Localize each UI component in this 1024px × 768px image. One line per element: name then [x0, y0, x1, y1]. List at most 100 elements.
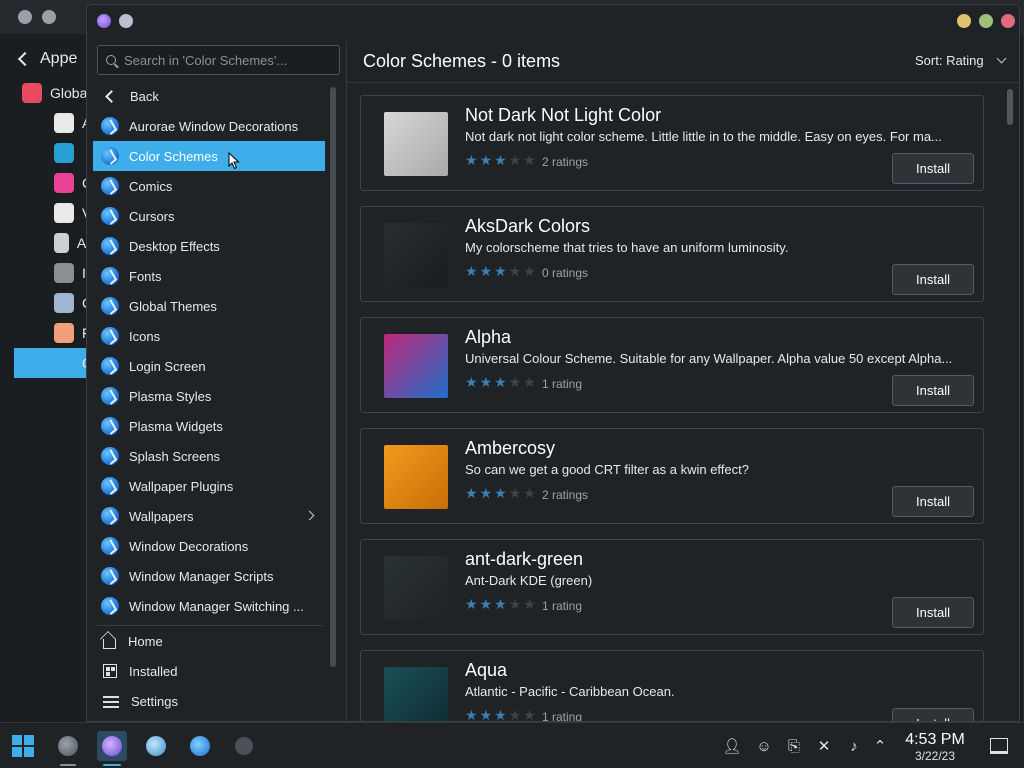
scheme-name[interactable]: ant-dark-green: [465, 549, 583, 570]
settings-category-row[interactable]: Globa: [14, 78, 94, 108]
color-scheme-card[interactable]: Ambercosy So can we get a good CRT filter…: [360, 428, 984, 524]
rating-stars: ★ ★ ★ ★ ★: [465, 153, 536, 167]
scheme-name[interactable]: Ambercosy: [465, 438, 555, 459]
settings-category-row[interactable]: I: [14, 258, 94, 288]
category-item[interactable]: Cursors: [93, 201, 325, 231]
category-item[interactable]: Fonts: [93, 261, 325, 291]
install-button[interactable]: Install: [892, 708, 974, 721]
category-item[interactable]: Wallpapers: [93, 501, 325, 531]
mouse-cursor-icon: [228, 152, 240, 170]
user-icon[interactable]: 👤︎: [720, 731, 744, 761]
content-scrollbar[interactable]: [1007, 89, 1013, 125]
category-item[interactable]: Window Decorations: [93, 531, 325, 561]
category-item[interactable]: Icons: [93, 321, 325, 351]
taskbar-settings-button[interactable]: [53, 731, 83, 766]
settings-category-row[interactable]: A: [14, 108, 94, 138]
settings-category-row[interactable]: C: [14, 288, 94, 318]
chevron-down-icon: [996, 53, 1007, 64]
install-button[interactable]: Install: [892, 264, 974, 295]
star-icon: ★: [479, 152, 493, 168]
color-scheme-card[interactable]: Alpha Universal Colour Scheme. Suitable f…: [360, 317, 984, 413]
scheme-name[interactable]: Not Dark Not Light Color: [465, 105, 661, 126]
keep-above-icon[interactable]: [119, 14, 133, 28]
installed-icon: [103, 664, 117, 678]
category-item[interactable]: Aurorae Window Decorations: [93, 111, 325, 141]
install-button[interactable]: Install: [892, 486, 974, 517]
category-item[interactable]: Wallpaper Plugins: [93, 471, 325, 501]
taskbar: 👤︎ ☺︎ ⎘ ✕ ♪ ⌃ 4:53 PM 3/22/23: [0, 722, 1024, 768]
category-label: Aurorae Window Decorations: [129, 118, 299, 134]
maximize-button[interactable]: [979, 14, 993, 28]
clock[interactable]: 4:53 PM 3/22/23: [900, 731, 970, 763]
taskbar-discover-store-button[interactable]: [185, 731, 215, 761]
clipboard-icon[interactable]: ⎘: [782, 731, 806, 761]
settings-category-row[interactable]: [14, 138, 94, 168]
star-icon: ★: [465, 485, 478, 501]
rating-stars: ★ ★ ★ ★ ★: [465, 486, 536, 500]
muted-microphone-icon[interactable]: ✕: [812, 731, 836, 761]
settings-category-row[interactable]: F: [14, 318, 94, 348]
color-scheme-card[interactable]: AksDark Colors My colorscheme that tries …: [360, 206, 984, 302]
category-label: Wallpaper Plugins: [129, 478, 234, 494]
category-icon: [101, 207, 119, 225]
rating-stars: ★ ★ ★ ★ ★: [465, 375, 536, 389]
nav-settings[interactable]: Settings: [93, 686, 325, 716]
nav-installed[interactable]: Installed: [93, 656, 325, 686]
install-button[interactable]: Install: [892, 153, 974, 184]
close-button[interactable]: [1001, 14, 1015, 28]
show-desktop-button[interactable]: [990, 738, 1008, 754]
star-icon: ★: [494, 596, 507, 612]
category-item[interactable]: Window Manager Scripts: [93, 561, 325, 591]
star-icon: ★: [494, 707, 507, 722]
nav-home-label: Home: [128, 633, 163, 649]
sort-dropdown[interactable]: Sort: Rating: [915, 53, 1007, 68]
minimize-button[interactable]: [957, 14, 971, 28]
category-item[interactable]: Plasma Styles: [93, 381, 325, 411]
sidebar-scrollbar[interactable]: [330, 87, 336, 667]
category-icon: [101, 417, 119, 435]
settings-category-row[interactable]: C: [14, 348, 94, 378]
install-button[interactable]: Install: [892, 597, 974, 628]
category-item[interactable]: Window Manager Switching ...: [93, 591, 325, 621]
category-item[interactable]: Color Schemes: [93, 141, 325, 171]
category-icon: [101, 327, 119, 345]
settings-category-row[interactable]: Aa: [14, 228, 94, 258]
category-item[interactable]: Splash Screens: [93, 441, 325, 471]
star-icon: ★: [479, 263, 493, 279]
scheme-name[interactable]: Aqua: [465, 660, 507, 681]
search-input[interactable]: [124, 52, 324, 68]
category-item[interactable]: Comics: [93, 171, 325, 201]
taskbar-more-button[interactable]: [229, 731, 259, 761]
star-icon: ★: [508, 596, 522, 612]
scheme-name[interactable]: Alpha: [465, 327, 511, 348]
category-item[interactable]: Login Screen: [93, 351, 325, 381]
category-item[interactable]: Global Themes: [93, 291, 325, 321]
scheme-name[interactable]: AksDark Colors: [465, 216, 590, 237]
taskbar-files-button[interactable]: [141, 731, 171, 761]
settings-category-icon: [54, 203, 74, 223]
settings-category-icon: [54, 293, 74, 313]
search-field[interactable]: [97, 45, 340, 75]
category-item[interactable]: Desktop Effects: [93, 231, 325, 261]
category-icon: [101, 567, 119, 585]
settings-category-row[interactable]: V: [14, 198, 94, 228]
taskbar-discover-button[interactable]: [97, 731, 127, 766]
nav-home[interactable]: Home: [93, 626, 325, 656]
chevron-up-icon[interactable]: ⌃: [870, 731, 890, 761]
category-icon: [101, 507, 119, 525]
color-scheme-card[interactable]: ant-dark-green Ant-Dark KDE (green) ★ ★ ★ ★ ★ 1…: [360, 539, 984, 635]
category-item[interactable]: Plasma Widgets: [93, 411, 325, 441]
settings-back-button[interactable]: Appe: [14, 44, 77, 74]
color-scheme-card[interactable]: Aqua Atlantic - Pacific - Caribbean Ocean…: [360, 650, 984, 722]
category-label: Splash Screens: [129, 448, 221, 464]
star-icon: ★: [523, 152, 536, 168]
back-button[interactable]: Back: [93, 81, 325, 111]
volume-icon[interactable]: ♪: [842, 731, 866, 761]
settings-category-row[interactable]: C: [14, 168, 94, 198]
app-launcher-button[interactable]: [8, 731, 38, 761]
color-scheme-card[interactable]: Not Dark Not Light Color Not dark not lig…: [360, 95, 984, 191]
star-icon: ★: [479, 707, 493, 722]
user-switch-icon[interactable]: ☺︎: [752, 731, 776, 761]
install-button[interactable]: Install: [892, 375, 974, 406]
back-chevron-icon: [105, 89, 118, 103]
